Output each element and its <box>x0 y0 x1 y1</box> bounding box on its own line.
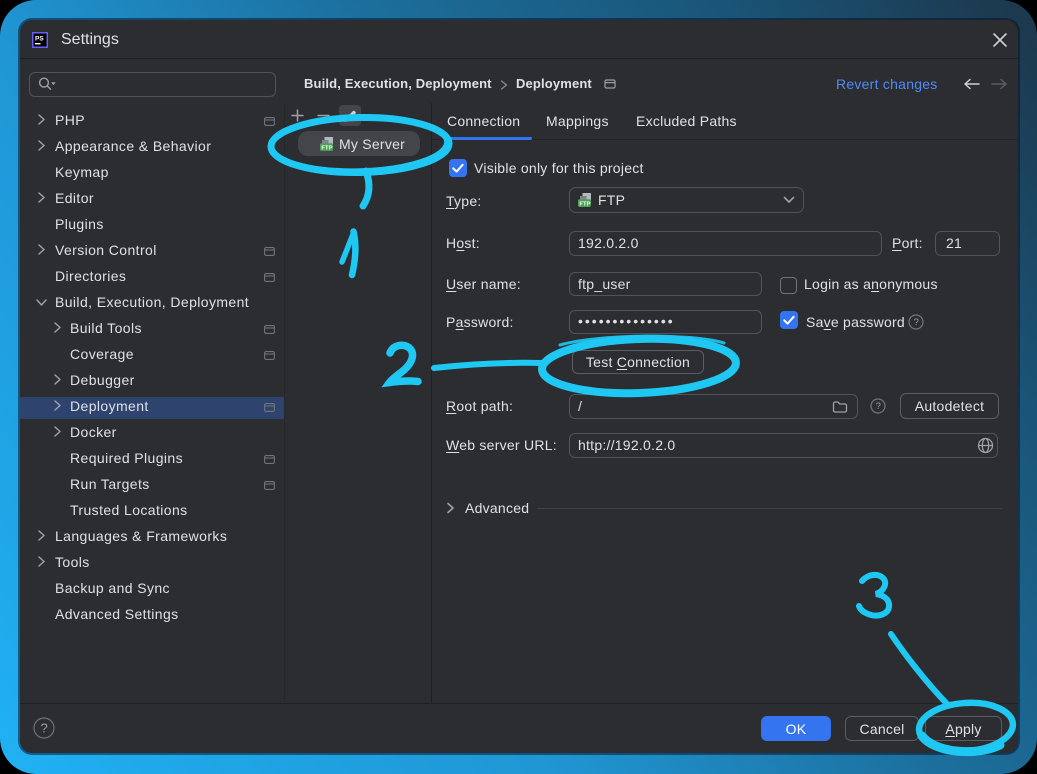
svg-text:FTP: FTP <box>321 145 332 151</box>
svg-text:PS: PS <box>35 36 44 43</box>
svg-text:?: ? <box>914 317 919 328</box>
svg-text:FTP: FTP <box>579 201 590 207</box>
svg-text:?: ? <box>41 721 48 736</box>
svg-text:?: ? <box>876 401 881 412</box>
